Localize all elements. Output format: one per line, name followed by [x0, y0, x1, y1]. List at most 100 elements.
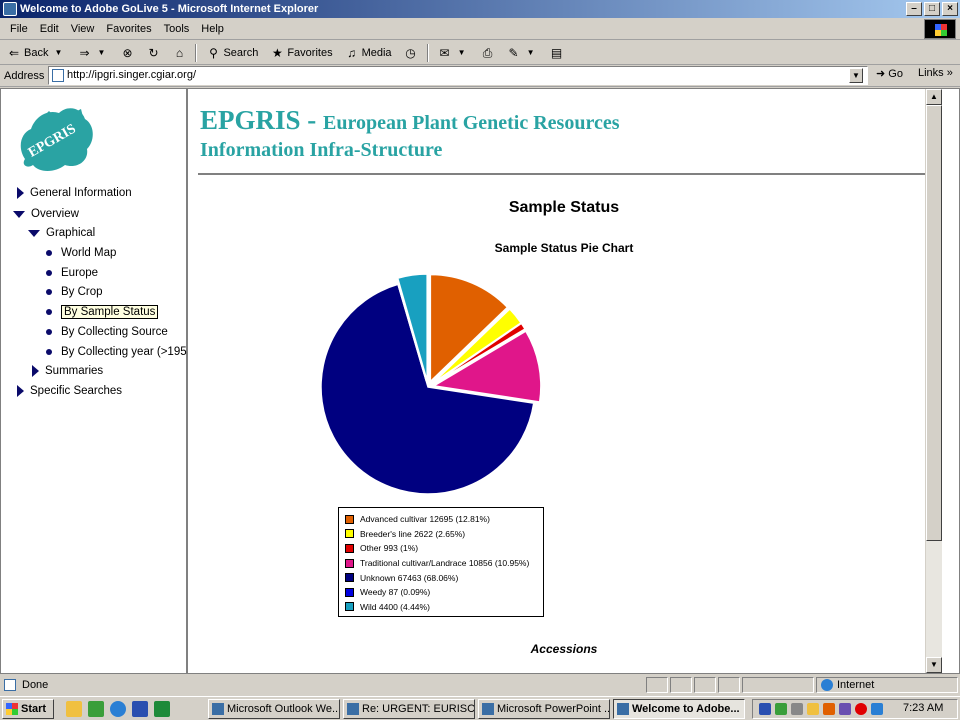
browser-content: EPGRIS General Information Overview Grap…	[0, 88, 960, 674]
menu-help[interactable]: Help	[195, 23, 230, 35]
history-button[interactable]: ◷	[401, 43, 421, 63]
sidebar-item-label: Graphical	[46, 227, 96, 239]
address-input[interactable]: http://ipgri.singer.cgiar.org/ ▼	[48, 66, 868, 85]
page-subtitle: Information Infra-Structure	[200, 139, 443, 161]
dropdown-arrow-icon[interactable]: ▼	[94, 46, 108, 60]
scroll-up-icon[interactable]: ▲	[926, 89, 942, 105]
title-dash: -	[300, 105, 324, 135]
legend-label: Other 993 (1%)	[360, 543, 419, 554]
scroll-thumb[interactable]	[926, 105, 942, 541]
desktop-icon[interactable]	[66, 701, 82, 717]
start-button[interactable]: Start	[2, 699, 54, 719]
home-icon: ⌂	[175, 45, 184, 60]
tray-icon[interactable]	[775, 703, 787, 715]
print-button[interactable]: ⎙	[478, 43, 498, 63]
task-email[interactable]: Re: URGENT: EURISC...	[343, 699, 475, 719]
tray-icon[interactable]	[807, 703, 819, 715]
sidebar-item-by-collecting-source[interactable]: By Collecting Source	[46, 326, 168, 338]
mail-icon: ✉	[439, 45, 450, 60]
sidebar-item-by-crop[interactable]: By Crop	[46, 286, 103, 298]
mail-button[interactable]: ✉ ▼	[435, 43, 472, 63]
sidebar-item-europe[interactable]: Europe	[46, 267, 98, 279]
go-button[interactable]: ➜ Go	[876, 67, 903, 80]
task-outlook[interactable]: Microsoft Outlook We...	[208, 699, 340, 719]
tray-icon[interactable]	[839, 703, 851, 715]
bullet-icon	[46, 329, 52, 335]
sidebar-item-by-collecting-year[interactable]: By Collecting year (>195	[46, 346, 187, 358]
sidebar-item-label: Overview	[31, 208, 79, 220]
go-arrow-icon: ➜	[876, 68, 886, 80]
legend-item: Traditional cultivar/Landrace 10856 (10.…	[345, 556, 543, 571]
start-label: Start	[21, 703, 47, 715]
expand-triangle-icon	[32, 365, 39, 377]
section-title: Sample Status	[508, 199, 620, 216]
sidebar-item-general-information[interactable]: General Information	[17, 187, 132, 199]
legend-swatch	[345, 543, 354, 553]
header-divider	[198, 173, 934, 175]
page-title: EPGRIS - European Plant Genetic Resource…	[200, 105, 620, 136]
refresh-button[interactable]: ↻	[143, 43, 163, 63]
scroll-down-icon[interactable]: ▼	[926, 657, 942, 673]
address-dropdown-icon[interactable]: ▼	[849, 68, 863, 83]
tray-icon[interactable]	[823, 703, 835, 715]
forward-button[interactable]: ⇒ ▼	[74, 43, 111, 63]
sidebar-item-label: By Crop	[61, 286, 103, 298]
media-button[interactable]: ♫ Media	[342, 43, 395, 63]
back-button[interactable]: ⇐ Back ▼	[4, 43, 68, 63]
excel-icon[interactable]	[154, 701, 170, 717]
tray-icon[interactable]	[855, 703, 867, 715]
close-button[interactable]: ×	[942, 2, 958, 16]
word-icon[interactable]	[132, 701, 148, 717]
maximize-button[interactable]: □	[924, 2, 940, 16]
status-cell	[646, 677, 668, 693]
discuss-button[interactable]: ▤	[547, 43, 567, 63]
menu-edit[interactable]: Edit	[34, 23, 65, 35]
address-bar: Address http://ipgri.singer.cgiar.org/ ▼…	[0, 65, 960, 87]
task-label: Microsoft Outlook We...	[227, 703, 340, 715]
task-label: Re: URGENT: EURISC...	[362, 703, 475, 715]
status-cell	[694, 677, 716, 693]
bullet-icon	[46, 289, 52, 295]
chart-footer-label: Accessions	[530, 642, 598, 656]
sidebar-item-graphical[interactable]: Graphical	[28, 227, 95, 239]
legend-label: Unknown 67463 (68.06%)	[360, 572, 459, 583]
task-powerpoint[interactable]: Microsoft PowerPoint ...	[478, 699, 610, 719]
menu-tools[interactable]: Tools	[158, 23, 196, 35]
main-panel: EPGRIS - European Plant Genetic Resource…	[190, 89, 942, 673]
favorites-button[interactable]: ★ Favorites	[267, 43, 335, 63]
standard-toolbar: ⇐ Back ▼ ⇒ ▼ ⊗ ↻ ⌂ ⚲ Search ★ Favorites …	[0, 41, 960, 65]
minimize-button[interactable]: –	[906, 2, 922, 16]
back-arrow-icon: ⇐	[8, 45, 20, 60]
menu-file[interactable]: File	[4, 23, 34, 35]
menu-favorites[interactable]: Favorites	[100, 23, 157, 35]
page-icon	[52, 69, 64, 82]
edit-button[interactable]: ✎ ▼	[504, 43, 541, 63]
dropdown-arrow-icon[interactable]: ▼	[51, 46, 65, 60]
home-button[interactable]: ⌂	[169, 43, 189, 63]
legend-label: Weedy 87 (0.09%)	[360, 587, 431, 598]
menu-view[interactable]: View	[65, 23, 101, 35]
search-button[interactable]: ⚲ Search	[203, 43, 261, 63]
dropdown-arrow-icon[interactable]: ▼	[524, 46, 538, 60]
task-internet-explorer[interactable]: Welcome to Adobe...	[613, 699, 745, 719]
legend-label: Breeder's line 2622 (2.65%)	[360, 528, 466, 539]
legend-item: Other 993 (1%)	[345, 541, 543, 556]
golive-icon[interactable]	[88, 701, 104, 717]
sidebar-item-overview[interactable]: Overview	[13, 208, 79, 220]
sidebar-item-specific-searches[interactable]: Specific Searches	[17, 385, 122, 397]
internet-explorer-icon[interactable]	[110, 701, 126, 717]
volume-icon[interactable]	[791, 703, 803, 715]
links-button[interactable]: Links »	[918, 67, 953, 79]
sidebar-item-world-map[interactable]: World Map	[46, 247, 116, 259]
sidebar-item-by-sample-status[interactable]: By Sample Status	[46, 305, 159, 319]
tray-icon[interactable]	[759, 703, 771, 715]
stop-button[interactable]: ⊗	[117, 43, 137, 63]
tray-icon[interactable]	[871, 703, 883, 715]
vertical-scrollbar[interactable]: ▲ ▼	[925, 89, 942, 673]
status-text: Done	[22, 679, 49, 691]
legend-label: Advanced cultivar 12695 (12.81%)	[360, 514, 490, 525]
sidebar-item-summaries[interactable]: Summaries	[32, 365, 103, 377]
favorites-icon: ★	[271, 45, 283, 60]
legend-swatch	[345, 558, 354, 568]
dropdown-arrow-icon[interactable]: ▼	[455, 46, 469, 60]
